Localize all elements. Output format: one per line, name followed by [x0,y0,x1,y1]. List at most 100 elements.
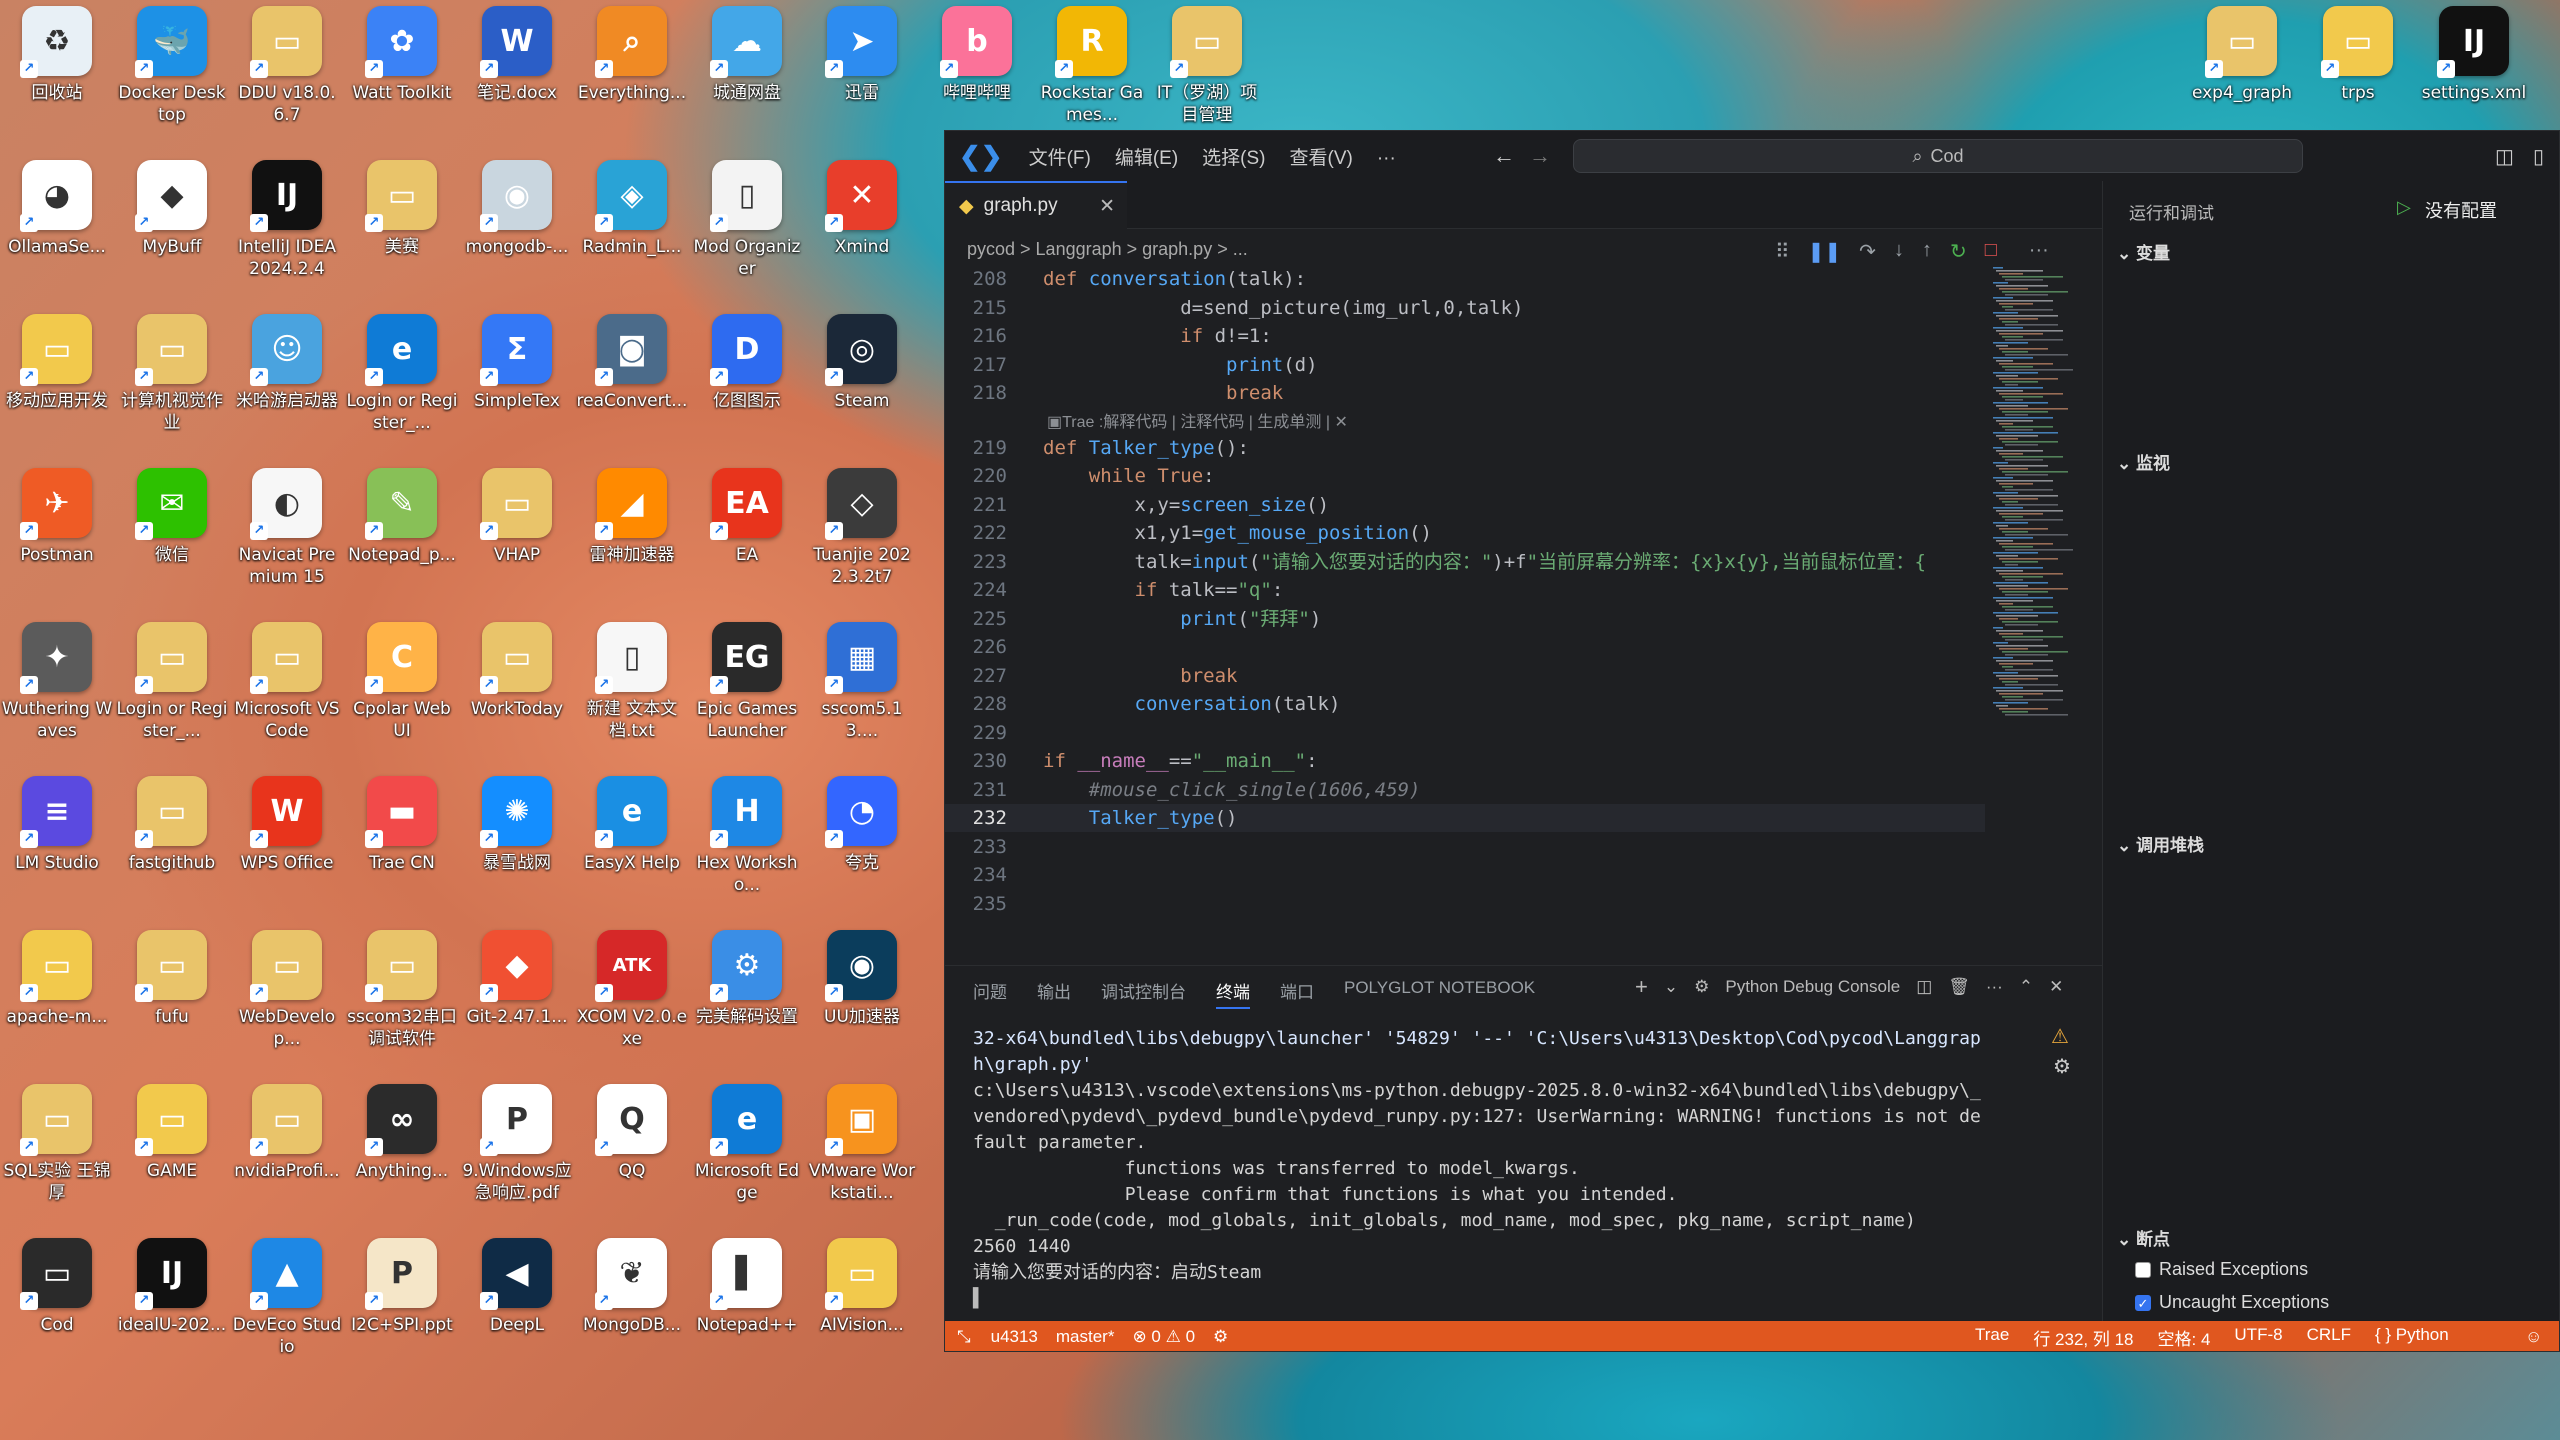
menu-item-3[interactable]: 查看(V) [1290,148,1353,169]
desktop-icon-57[interactable]: ⚙ ↗ 完美解码设置 [691,930,803,1028]
command-center-search[interactable]: ⌕ Cod [1573,139,2303,173]
chevron-down-icon[interactable]: ⌄ [1664,977,1678,997]
desktop-icon-59[interactable]: ▭ ↗ SQL实验 王锦厚 [1,1084,113,1204]
status-item-5[interactable]: { } Python [2375,1325,2449,1350]
desktop-icon-29[interactable]: ◐ ↗ Navicat Premium 15 [231,468,343,588]
close-tab-icon[interactable]: ✕ [1099,195,1115,218]
desktop-icon-64[interactable]: Q ↗ QQ [576,1084,688,1182]
desktop-icon-8[interactable]: b ↗ 哔哩哔哩 [921,6,1033,104]
menu-item-4[interactable]: ··· [1377,148,1396,169]
menu-item-0[interactable]: 文件(F) [1029,148,1091,169]
desktop-icon-19[interactable]: ▭ ↗ 移动应用开发 [1,314,113,412]
section-0[interactable]: ⌄ 变量 [2103,239,2559,269]
desktop-icon-6[interactable]: ☁ ↗ 城通网盘 [691,6,803,104]
trash-icon[interactable]: 🗑 [1948,977,1970,997]
desktop-icon-40[interactable]: ▯ ↗ 新建 文本文档.txt [576,622,688,742]
panel-tab-4[interactable]: 端口 [1280,978,1314,1009]
desktop-right-icon-0[interactable]: ▭ ↗ exp4_graph [2186,6,2298,104]
desktop-icon-33[interactable]: EA ↗ EA [691,468,803,566]
panel-tab-1[interactable]: 输出 [1037,978,1071,1009]
desktop-icon-5[interactable]: ⌕ ↗ Everything... [576,6,688,104]
split-terminal-icon[interactable]: ◫ [1916,977,1932,997]
sidebar-toggle-icon[interactable]: ▯ [2533,144,2544,169]
status-problems[interactable]: ⊗ 0 ⚠ 0 [1132,1327,1195,1347]
desktop-icon-53[interactable]: ▭ ↗ WebDevelop... [231,930,343,1050]
desktop-icon-16[interactable]: ◈ ↗ Radmin_L... [576,160,688,258]
breakpoint-option[interactable]: ✓ Uncaught Exceptions [2135,1292,2329,1313]
desktop-icon-23[interactable]: Σ ↗ SimpleTex [461,314,573,412]
desktop-icon-0[interactable]: ♻ ↗ 回收站 [1,6,113,104]
step-over-icon[interactable]: ↷ [1859,239,1876,264]
desktop-icon-41[interactable]: EG ↗ Epic Games Launcher [691,622,803,742]
desktop-icon-38[interactable]: C ↗ Cpolar Web UI [346,622,458,742]
restart-icon[interactable]: ↻ [1950,239,1967,264]
desktop-icon-68[interactable]: IJ ↗ idealU-202... [116,1238,228,1336]
desktop-icon-31[interactable]: ▭ ↗ VHAP [461,468,573,566]
desktop-icon-34[interactable]: ◇ ↗ Tuanjie 2022.3.2t7 [806,468,918,588]
maximize-panel-icon[interactable]: ⌃ [2019,977,2033,997]
status-item-0[interactable]: Trae [1975,1325,2009,1350]
nav-forward-icon[interactable]: → [1529,143,1551,169]
run-config-select[interactable]: 没有配置 [2425,197,2497,223]
desktop-icon-1[interactable]: 🐳 ↗ Docker Desktop [116,6,228,126]
run-icon[interactable]: ▷ [2397,197,2411,218]
desktop-icon-72[interactable]: ❦ ↗ MongoDB... [576,1238,688,1336]
desktop-icon-67[interactable]: ▭ ↗ Cod [1,1238,113,1336]
desktop-icon-17[interactable]: ▯ ↗ Mod Organizer [691,160,803,280]
desktop-icon-74[interactable]: ▭ ↗ AIVision... [806,1238,918,1336]
desktop-icon-43[interactable]: ≡ ↗ LM Studio [1,776,113,874]
desktop-icon-60[interactable]: ▭ ↗ GAME [116,1084,228,1182]
more-actions-icon[interactable]: ··· [2029,239,2049,264]
desktop-icon-54[interactable]: ▭ ↗ sscom32串口调试软件 [346,930,458,1050]
step-into-icon[interactable]: ↓ [1894,239,1904,264]
close-panel-icon[interactable]: ✕ [2049,977,2063,997]
desktop-icon-9[interactable]: R ↗ Rockstar Games... [1036,6,1148,126]
layout-icon[interactable]: ◫ [2495,144,2514,169]
desktop-icon-52[interactable]: ▭ ↗ fufu [116,930,228,1028]
status-item-4[interactable]: CRLF [2307,1325,2351,1350]
desktop-icon-62[interactable]: ∞ ↗ Anything... [346,1084,458,1182]
desktop-icon-4[interactable]: W ↗ 笔记.docx [461,6,573,104]
minimap[interactable] [1989,265,2079,765]
desktop-right-icon-2[interactable]: IJ ↗ settings.xml [2418,6,2530,104]
panel-tab-0[interactable]: 问题 [973,978,1007,1009]
desktop-icon-15[interactable]: ◉ ↗ mongodb-... [461,160,573,258]
desktop-icon-10[interactable]: ▭ ↗ IT（罗湖）项目管理 [1151,6,1263,126]
menu-item-1[interactable]: 编辑(E) [1115,148,1178,169]
desktop-icon-11[interactable]: ◕ ↗ OllamaSe... [1,160,113,258]
desktop-icon-63[interactable]: P ↗ 9.Windows应急响应.pdf [461,1084,573,1204]
section-1[interactable]: ⌄ 监视 [2103,449,2559,479]
desktop-icon-39[interactable]: ▭ ↗ WorkToday [461,622,573,720]
desktop-icon-7[interactable]: ➤ ↗ 迅雷 [806,6,918,104]
desktop-icon-48[interactable]: e ↗ EasyX Help [576,776,688,874]
desktop-icon-42[interactable]: ▦ ↗ sscom5.13.... [806,622,918,742]
desktop-icon-65[interactable]: e ↗ Microsoft Edge [691,1084,803,1204]
desktop-icon-58[interactable]: ◉ ↗ UU加速器 [806,930,918,1028]
desktop-icon-56[interactable]: ATK ↗ XCOM V2.0.exe [576,930,688,1050]
section-3[interactable]: ⌄ 断点 [2103,1225,2559,1255]
desktop-icon-13[interactable]: IJ ↗ IntelliJ IDEA 2024.2.4 [231,160,343,280]
step-out-icon[interactable]: ↑ [1922,239,1932,264]
panel-tab-3[interactable]: 终端 [1216,978,1250,1009]
menu-item-2[interactable]: 选择(S) [1202,148,1265,169]
desktop-icon-50[interactable]: ◔ ↗ 夸克 [806,776,918,874]
status-item-3[interactable]: UTF-8 [2234,1325,2282,1350]
desktop-icon-70[interactable]: P ↗ I2C+SPI.ppt [346,1238,458,1336]
desktop-icon-46[interactable]: ▬ ↗ Trae CN [346,776,458,874]
desktop-icon-47[interactable]: ✺ ↗ 暴雪战网 [461,776,573,874]
nav-back-icon[interactable]: ← [1493,143,1515,169]
desktop-icon-49[interactable]: H ↗ Hex Worksho... [691,776,803,896]
status-branch[interactable]: master* [1056,1327,1115,1347]
status-item-1[interactable]: 行 232, 列 18 [2033,1325,2133,1350]
desktop-icon-25[interactable]: D ↗ 亿图图示 [691,314,803,412]
status-item-2[interactable]: 空格: 4 [2158,1325,2211,1350]
desktop-icon-22[interactable]: e ↗ Login or Register_... [346,314,458,434]
checkbox[interactable] [2135,1261,2151,1278]
panel-tab-2[interactable]: 调试控制台 [1101,978,1186,1009]
desktop-icon-37[interactable]: ▭ ↗ Microsoft VS Code [231,622,343,742]
desktop-right-icon-1[interactable]: ▭ ↗ trps [2302,6,2414,104]
desktop-icon-26[interactable]: ◎ ↗ Steam [806,314,918,412]
desktop-icon-18[interactable]: ✕ ↗ Xmind [806,160,918,258]
breakpoint-option[interactable]: Raised Exceptions [2135,1259,2308,1280]
desktop-icon-12[interactable]: ◆ ↗ MyBuff [116,160,228,258]
